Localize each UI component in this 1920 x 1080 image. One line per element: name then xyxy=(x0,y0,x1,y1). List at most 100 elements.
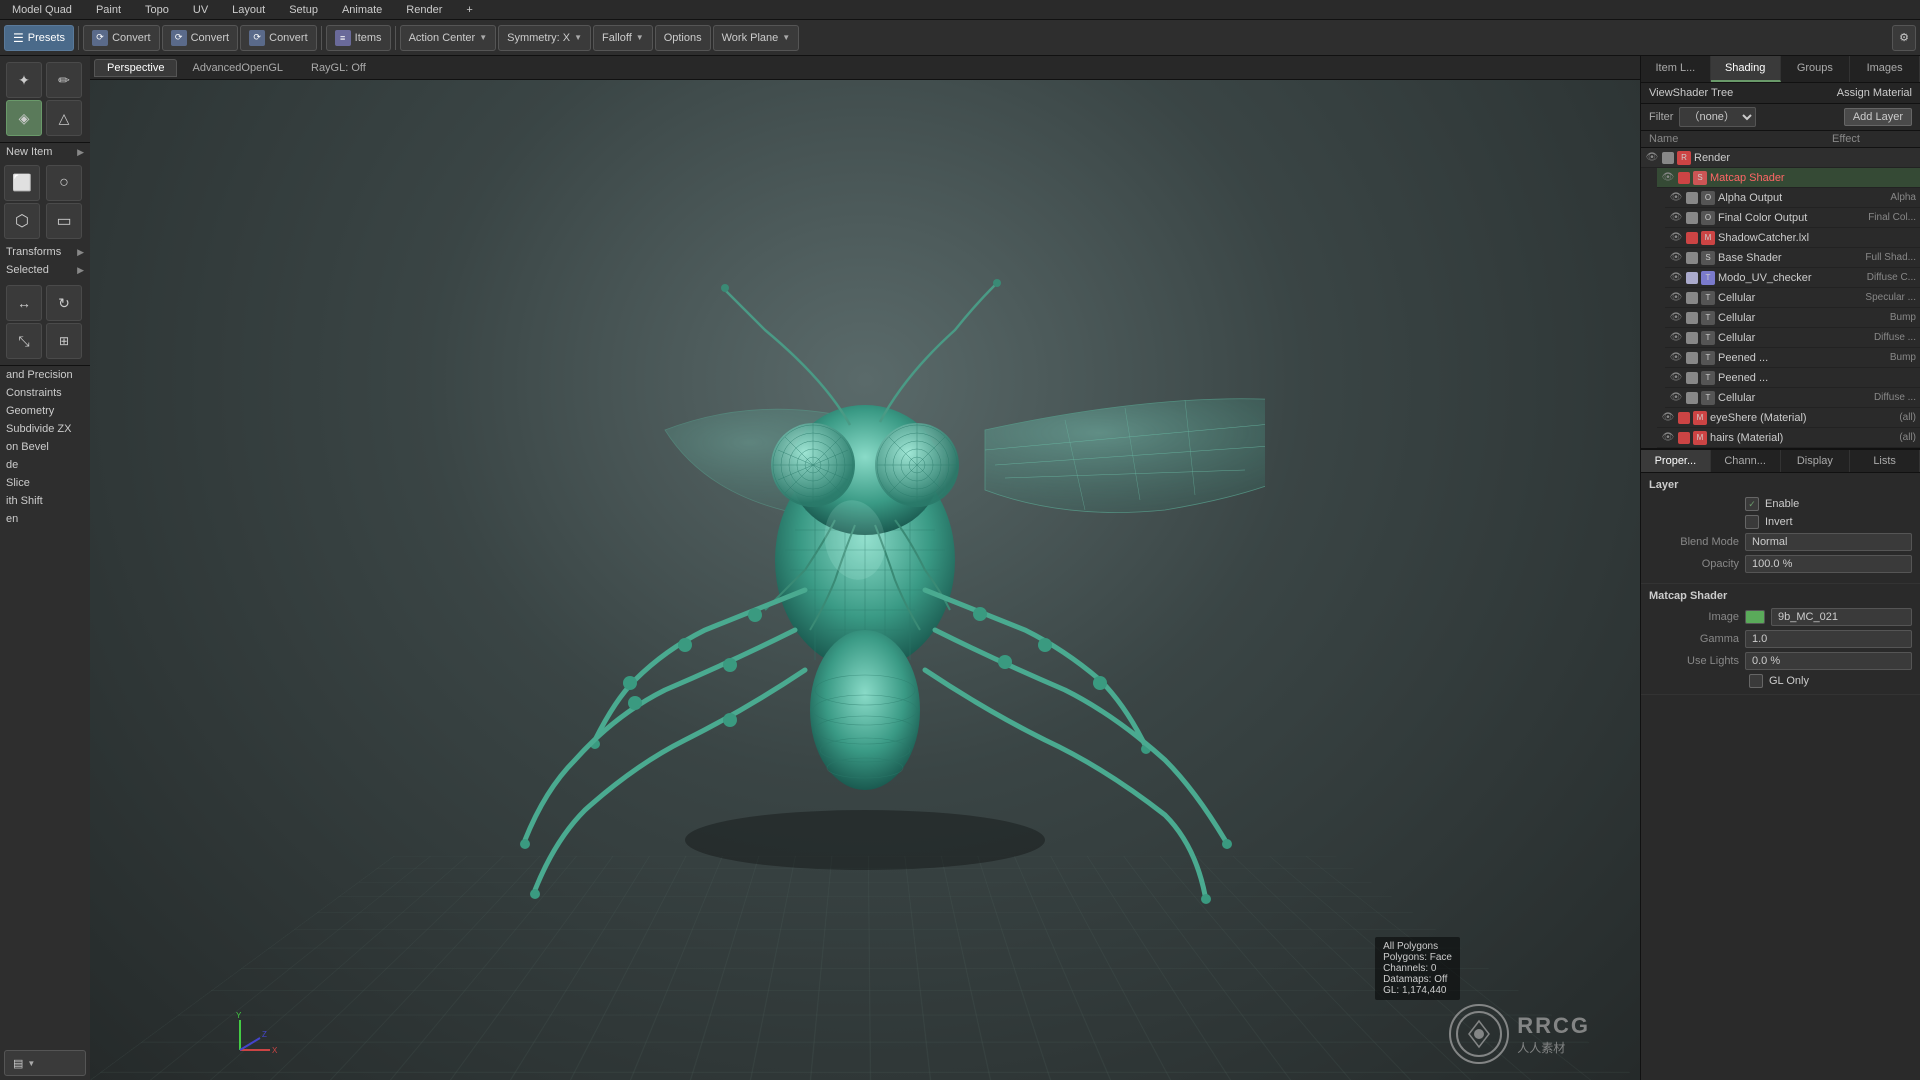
base-shader-vis-icon[interactable]: 👁 xyxy=(1669,251,1683,265)
sidebar-item-de[interactable]: de xyxy=(0,456,90,474)
select-tool-btn[interactable]: ✦ xyxy=(6,62,42,98)
peened2-vis-icon[interactable]: 👁 xyxy=(1669,371,1683,385)
cube-btn[interactable]: ⬜ xyxy=(4,165,40,201)
shader-item-cellular-4[interactable]: 👁 T Cellular Diffuse ... xyxy=(1665,388,1920,408)
new-item-grid: ⬜ ○ ⬡ ▭ xyxy=(0,161,90,243)
shadowcatcher-vis-icon[interactable]: 👁 xyxy=(1669,231,1683,245)
transform-btn[interactable]: ⊞ xyxy=(46,323,82,359)
image-color-swatch[interactable] xyxy=(1745,610,1765,624)
shader-item-cellular-3[interactable]: 👁 T Cellular Diffuse ... xyxy=(1665,328,1920,348)
prop-tab-channels[interactable]: Chann... xyxy=(1711,450,1781,472)
action-center-dropdown[interactable]: Action Center ▼ xyxy=(400,25,497,51)
convert-button-2[interactable]: ⟳ Convert xyxy=(162,25,239,51)
sidebar-item-en[interactable]: en xyxy=(0,510,90,528)
menu-uv[interactable]: UV xyxy=(189,4,212,16)
alpha-vis-icon[interactable]: 👁 xyxy=(1669,191,1683,205)
shader-item-peened-1[interactable]: 👁 T Peened ... Bump xyxy=(1665,348,1920,368)
viewport-settings-button[interactable]: ⚙ xyxy=(1892,25,1916,51)
convert-button-1[interactable]: ⟳ Convert xyxy=(83,25,160,51)
sidebar-item-constraints[interactable]: Constraints xyxy=(0,384,90,402)
tab-raygl[interactable]: RayGL: Off xyxy=(298,59,379,77)
menu-render[interactable]: Render xyxy=(402,4,446,16)
plane-btn[interactable]: ▭ xyxy=(46,203,82,239)
sphere-btn[interactable]: ○ xyxy=(46,165,82,201)
final-color-vis-icon[interactable]: 👁 xyxy=(1669,211,1683,225)
move-btn[interactable]: ↔ xyxy=(6,285,42,321)
gl-only-checkbox[interactable] xyxy=(1749,674,1763,688)
prop-tab-lists[interactable]: Lists xyxy=(1850,450,1920,472)
sidebar-item-transforms[interactable]: Transforms ▶ xyxy=(0,243,90,261)
matcap-vis-icon[interactable]: 👁 xyxy=(1661,171,1675,185)
uv-checker-vis-icon[interactable]: 👁 xyxy=(1669,271,1683,285)
hairs-vis-icon[interactable]: 👁 xyxy=(1661,431,1675,445)
viewport-canvas[interactable]: X Y Z All Polygons Polygons: Face Channe… xyxy=(90,80,1640,1080)
gamma-value[interactable]: 1.0 xyxy=(1745,630,1912,648)
cyl-btn[interactable]: ⬡ xyxy=(4,203,40,239)
shader-item-uv-checker[interactable]: 👁 T Modo_UV_checker Diffuse C... xyxy=(1665,268,1920,288)
opacity-value[interactable]: 100.0 % xyxy=(1745,555,1912,573)
tab-groups[interactable]: Groups xyxy=(1781,56,1851,82)
menu-topo[interactable]: Topo xyxy=(141,4,173,16)
work-plane-dropdown[interactable]: Work Plane ▼ xyxy=(713,25,800,51)
sidebar-item-shift[interactable]: ith Shift xyxy=(0,492,90,510)
shader-item-matcap[interactable]: 👁 S Matcap Shader xyxy=(1657,168,1920,188)
shader-item-peened-2[interactable]: 👁 T Peened ... xyxy=(1665,368,1920,388)
shader-item-cellular-1[interactable]: 👁 T Cellular Specular ... xyxy=(1665,288,1920,308)
image-value[interactable]: 9b_MC_021 xyxy=(1771,608,1912,626)
filter-dropdown[interactable]: （none） xyxy=(1679,107,1756,127)
presets-button[interactable]: ☰ Presets xyxy=(4,25,74,51)
cellular4-vis-icon[interactable]: 👁 xyxy=(1669,391,1683,405)
mesh-tool-btn[interactable]: ◈ xyxy=(6,100,42,136)
menu-layout[interactable]: Layout xyxy=(228,4,269,16)
render-vis-icon[interactable]: 👁 xyxy=(1645,151,1659,165)
cellular2-vis-icon[interactable]: 👁 xyxy=(1669,311,1683,325)
sidebar-item-subdivide[interactable]: Subdivide ZX xyxy=(0,420,90,438)
prop-tab-display[interactable]: Display xyxy=(1781,450,1851,472)
sculpt-tool-btn[interactable]: △ xyxy=(46,100,82,136)
sidebar-item-geometry[interactable]: Geometry xyxy=(0,402,90,420)
menu-model-quad[interactable]: Model Quad xyxy=(8,4,76,16)
invert-checkbox[interactable] xyxy=(1745,515,1759,529)
enable-checkbox[interactable]: ✓ xyxy=(1745,497,1759,511)
menu-animate[interactable]: Animate xyxy=(338,4,386,16)
sidebar-item-selected[interactable]: Selected ▶ xyxy=(0,261,90,279)
add-layer-button[interactable]: Add Layer xyxy=(1844,108,1912,126)
sidebar-item-precision[interactable]: and Precision xyxy=(0,366,90,384)
shader-item-eyeshere[interactable]: 👁 M eyeShere (Material) (all) xyxy=(1657,408,1920,428)
peened1-vis-icon[interactable]: 👁 xyxy=(1669,351,1683,365)
rotate-btn[interactable]: ↻ xyxy=(46,285,82,321)
tab-shading[interactable]: Shading xyxy=(1711,56,1781,82)
shader-item-base-shader[interactable]: 👁 S Base Shader Full Shad... xyxy=(1665,248,1920,268)
blend-mode-value[interactable]: Normal xyxy=(1745,533,1912,551)
shader-item-render[interactable]: 👁 R Render xyxy=(1641,148,1920,168)
menu-paint[interactable]: Paint xyxy=(92,4,125,16)
use-lights-value[interactable]: 0.0 % xyxy=(1745,652,1912,670)
sidebar-item-bevel[interactable]: on Bevel xyxy=(0,438,90,456)
tab-item-list[interactable]: Item L... xyxy=(1641,56,1711,82)
paint-tool-btn[interactable]: ✏ xyxy=(46,62,82,98)
tab-advanced-opengl[interactable]: AdvancedOpenGL xyxy=(179,59,296,77)
scale-btn[interactable]: ⤡ xyxy=(6,323,42,359)
shader-item-hairs[interactable]: 👁 M hairs (Material) (all) xyxy=(1657,428,1920,448)
falloff-dropdown[interactable]: Falloff ▼ xyxy=(593,25,653,51)
symmetry-dropdown[interactable]: Symmetry: X ▼ xyxy=(498,25,591,51)
tab-images[interactable]: Images xyxy=(1850,56,1920,82)
tool-mode-dropdown[interactable]: ▤ ▼ xyxy=(4,1050,86,1076)
options-button[interactable]: Options xyxy=(655,25,711,51)
tab-perspective[interactable]: Perspective xyxy=(94,59,177,77)
sidebar-item-new-item[interactable]: New Item ▶ xyxy=(0,143,90,161)
prop-tab-properties[interactable]: Proper... xyxy=(1641,450,1711,472)
shader-item-alpha[interactable]: 👁 O Alpha Output Alpha xyxy=(1665,188,1920,208)
cellular3-vis-icon[interactable]: 👁 xyxy=(1669,331,1683,345)
menu-plus[interactable]: + xyxy=(462,4,476,16)
eyeshere-vis-icon[interactable]: 👁 xyxy=(1661,411,1675,425)
sidebar-item-slice[interactable]: Slice xyxy=(0,474,90,492)
shader-item-shadowcatcher[interactable]: 👁 M ShadowCatcher.lxl xyxy=(1665,228,1920,248)
convert-button-3[interactable]: ⟳ Convert xyxy=(240,25,317,51)
shader-item-final-color[interactable]: 👁 O Final Color Output Final Col... xyxy=(1665,208,1920,228)
shader-item-cellular-2[interactable]: 👁 T Cellular Bump xyxy=(1665,308,1920,328)
assign-material-btn[interactable]: Assign Material xyxy=(1837,87,1912,99)
items-button[interactable]: ≡ Items xyxy=(326,25,391,51)
menu-setup[interactable]: Setup xyxy=(285,4,322,16)
cellular1-vis-icon[interactable]: 👁 xyxy=(1669,291,1683,305)
